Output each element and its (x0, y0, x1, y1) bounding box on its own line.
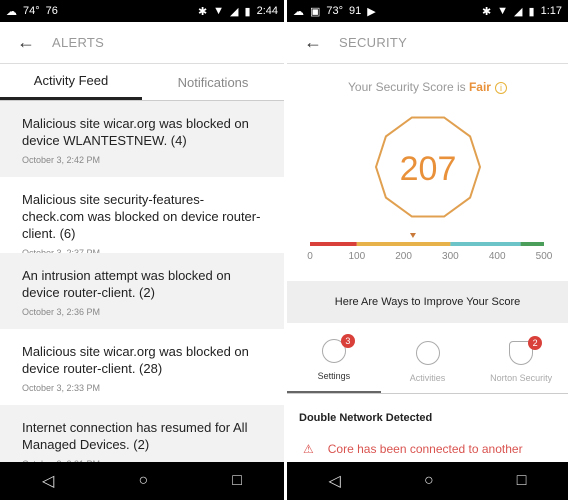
settings-badge: 3 (340, 334, 355, 348)
tab-label: Norton Security (490, 373, 553, 383)
status-bar: ☁ 74° 76 ✱ ▼ ◢ ▮ 2:44 (0, 0, 284, 22)
security-tabs: 3 Settings Activities 2 Norton Security (287, 330, 568, 394)
tab-activities[interactable]: Activities (381, 330, 475, 393)
item-text: Malicious site wicar.org was blocked on … (22, 344, 249, 376)
bluetooth-icon: ✱ (197, 5, 208, 18)
tab-bar: Activity Feed Notifications (0, 64, 284, 101)
clock: 2:44 (256, 5, 278, 17)
scale-tick-label: 200 (395, 251, 412, 262)
nav-bar: ◁ ○ □ (0, 462, 284, 500)
list-item[interactable]: Malicious site wicar.org was blocked on … (0, 329, 284, 405)
scale-segment (356, 242, 451, 246)
item-date: October 3, 2:36 PM (22, 307, 101, 317)
item-text: Malicious site security-features-check.c… (22, 192, 261, 241)
tab-activity-feed[interactable]: Activity Feed (0, 64, 142, 100)
item-text: An intrusion attempt was blocked on devi… (22, 268, 231, 300)
battery-icon: ▮ (244, 5, 251, 18)
recents-nav-icon[interactable]: □ (232, 472, 242, 490)
scale-tick-label: 0 (307, 251, 313, 262)
scale-segment (310, 242, 357, 246)
scale-tick-label: 400 (489, 251, 506, 262)
item-text: Internet connection has resumed for All … (22, 420, 248, 452)
shield-check-icon: 2 (509, 336, 543, 365)
score-graphic: 207 0 100 200 300 400 500 (307, 116, 553, 262)
scale-tick-label: 500 (536, 251, 553, 262)
nav-bar: ◁ ○ □ (287, 462, 568, 500)
tab-label: Activities (409, 373, 446, 383)
back-nav-icon[interactable]: ◁ (329, 471, 341, 491)
list-item[interactable]: Malicious site wicar.org was blocked on … (0, 101, 284, 177)
list-item[interactable]: An intrusion attempt was blocked on devi… (0, 253, 284, 329)
norton-badge: 2 (528, 336, 543, 350)
score-value: 207 (400, 150, 457, 188)
weather-icon: ☁ (6, 5, 17, 18)
globe-icon: 3 (321, 334, 355, 363)
security-screen: ☁ ▣ 73° 91 ▶ ✱ ▼ ◢ ▮ 1:17 ← SECURITY Your Se… (287, 0, 568, 500)
improve-score-banner[interactable]: Here Are Ways to Improve Your Score (287, 281, 568, 323)
list-item[interactable]: Malicious site security-features-check.c… (0, 177, 284, 258)
page-title: ALERTS (52, 35, 105, 50)
back-nav-icon[interactable]: ◁ (42, 471, 54, 491)
tab-settings[interactable]: 3 Settings (287, 330, 381, 393)
app-header: ← ALERTS (0, 22, 284, 64)
wifi-icon: ▼ (213, 5, 225, 17)
alerts-screen: ☁ 74° 76 ✱ ▼ ◢ ▮ 2:44 ← ALERTS Activity Feed… (0, 0, 284, 500)
warning-row[interactable]: ⚠ Core has been connected to another (303, 442, 523, 456)
user-refresh-icon (415, 341, 440, 365)
weather-temp: 74° (23, 5, 40, 17)
score-marker (409, 233, 416, 238)
item-date: October 3, 2:33 PM (22, 383, 101, 393)
scale-segment (520, 242, 544, 246)
scale-tick-label: 300 (442, 251, 459, 262)
tab-notifications[interactable]: Notifications (142, 64, 284, 100)
status-temp: 76 (45, 5, 58, 17)
back-arrow-icon[interactable]: ← (0, 32, 52, 53)
home-nav-icon[interactable]: ○ (424, 472, 434, 490)
item-text: Malicious site wicar.org was blocked on … (22, 116, 249, 148)
tab-label: Settings (317, 371, 351, 381)
signal-icon: ◢ (230, 5, 239, 18)
home-nav-icon[interactable]: ○ (138, 472, 148, 490)
warning-icon: ⚠ (303, 442, 314, 456)
tab-norton-security[interactable]: 2 Norton Security (474, 330, 568, 393)
warning-text: Core has been connected to another (327, 442, 523, 456)
recents-nav-icon[interactable]: □ (517, 472, 527, 490)
scale-segment (450, 242, 521, 246)
section-title: Double Network Detected (299, 412, 433, 424)
item-date: October 3, 2:42 PM (22, 155, 101, 165)
scale-tick-label: 100 (348, 251, 365, 262)
